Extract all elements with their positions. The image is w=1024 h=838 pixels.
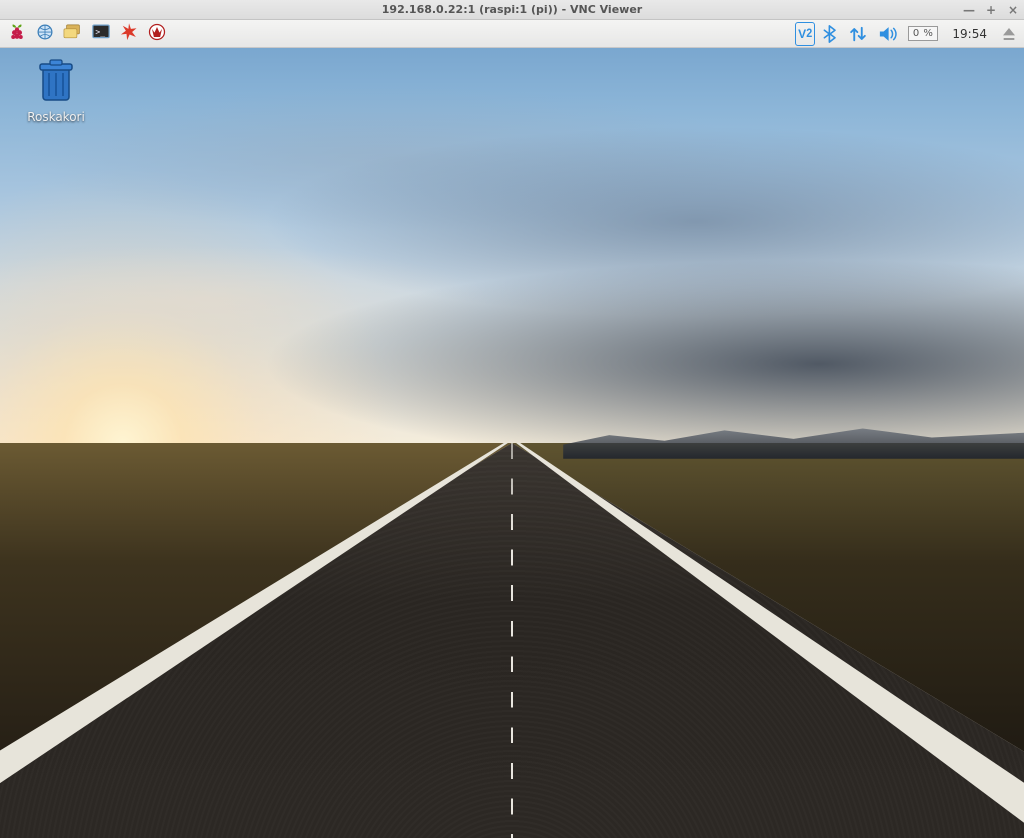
remote-desktop[interactable]: Roskakori: [0, 48, 1024, 838]
spiky-star-icon: [119, 22, 139, 45]
terminal-icon: >_: [91, 22, 111, 45]
wallpaper-road-centerline: [511, 443, 513, 838]
wolfram-launcher[interactable]: [144, 22, 170, 46]
eject-tray[interactable]: [998, 22, 1020, 46]
taskbar: >_ V2: [0, 20, 1024, 48]
clock-tray[interactable]: 19:54: [945, 22, 994, 46]
network-updown-icon: [848, 24, 868, 44]
folders-icon: [62, 22, 84, 45]
clock-time: 19:54: [948, 27, 991, 41]
launcher-area: >_: [4, 22, 170, 46]
cpu-usage-value: 0 %: [908, 26, 939, 41]
menu-button[interactable]: [4, 22, 30, 46]
vnc-icon: V2: [798, 27, 812, 41]
mathematica-launcher[interactable]: [116, 22, 142, 46]
window-controls: — + ×: [962, 0, 1020, 20]
wolf-icon: [147, 22, 167, 45]
svg-text:>_: >_: [95, 27, 105, 37]
raspberry-icon: [7, 22, 27, 45]
volume-tray[interactable]: [875, 22, 901, 46]
vnc-server-tray[interactable]: V2: [795, 22, 815, 46]
close-button[interactable]: ×: [1006, 3, 1020, 17]
window-title: 192.168.0.22:1 (raspi:1 (pi)) - VNC View…: [382, 3, 642, 16]
maximize-button[interactable]: +: [984, 3, 998, 17]
system-tray: V2 0 % 19:54: [795, 22, 1020, 46]
trash-desktop-icon[interactable]: Roskakori: [20, 58, 92, 124]
minimize-button[interactable]: —: [962, 3, 976, 17]
browser-launcher[interactable]: [32, 22, 58, 46]
network-tray[interactable]: [845, 22, 871, 46]
terminal-launcher[interactable]: >_: [88, 22, 114, 46]
globe-icon: [35, 22, 55, 45]
eject-icon: [1001, 26, 1017, 42]
bluetooth-tray[interactable]: [819, 22, 841, 46]
vnc-titlebar[interactable]: 192.168.0.22:1 (raspi:1 (pi)) - VNC View…: [0, 0, 1024, 20]
speaker-icon: [878, 25, 898, 43]
file-manager-launcher[interactable]: [60, 22, 86, 46]
trash-icon: [35, 58, 77, 107]
trash-label: Roskakori: [20, 110, 92, 124]
cpu-monitor[interactable]: 0 %: [905, 22, 942, 46]
bluetooth-icon: [822, 24, 838, 44]
